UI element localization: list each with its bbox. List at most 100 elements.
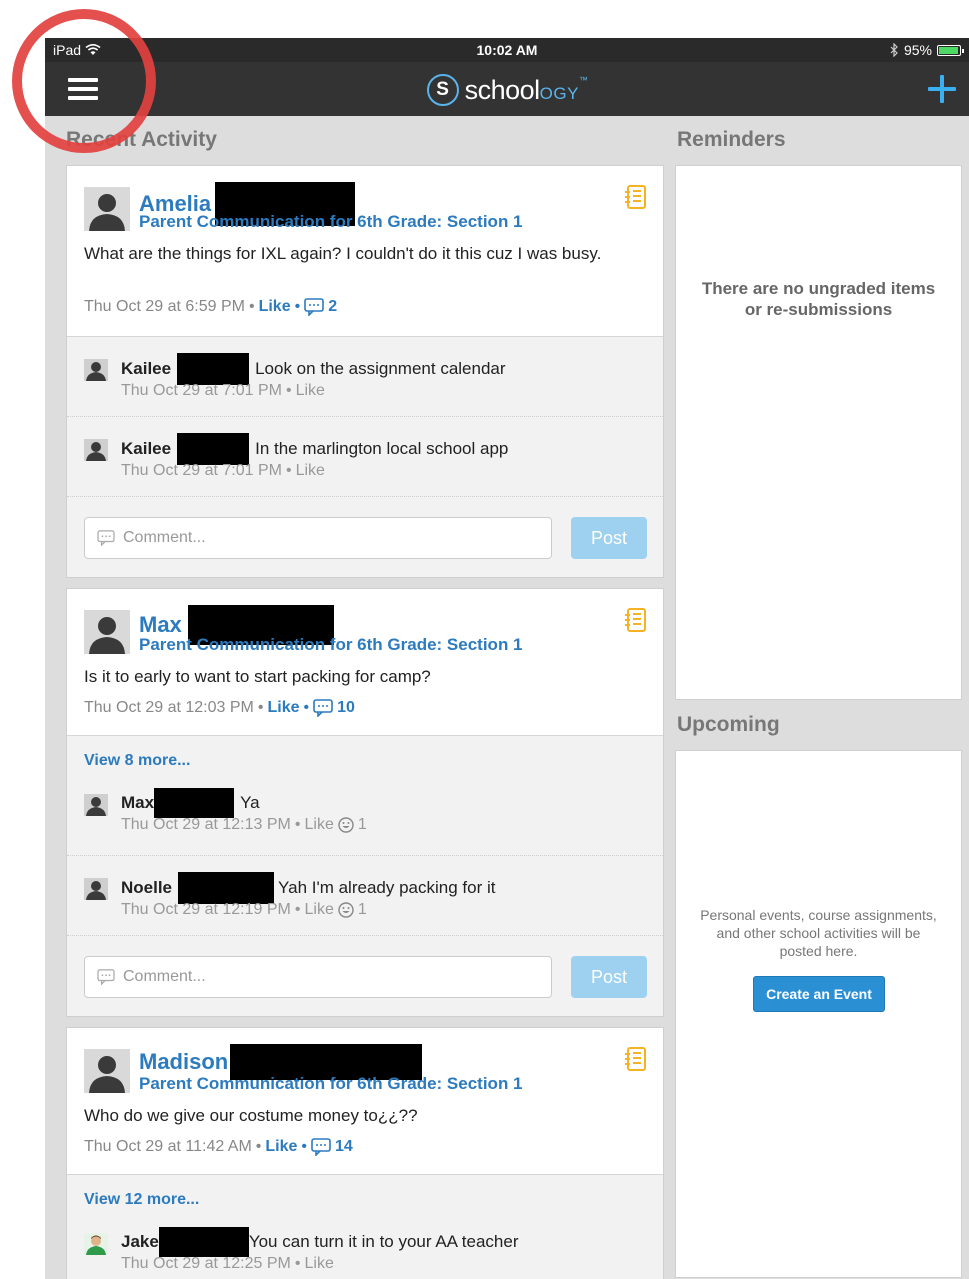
comment-count[interactable]: 2	[328, 298, 337, 316]
battery-percent: 95%	[903, 42, 932, 58]
comment-item: Max Ya Thu Oct 29 at 12:13 PM • Like 1	[67, 776, 663, 856]
post-group-link[interactable]: Parent Communication for 6th Grade: Sect…	[139, 1074, 523, 1094]
like-link[interactable]: Like	[304, 1255, 333, 1273]
like-link[interactable]: Like	[259, 298, 291, 316]
post-comment-button[interactable]: Post	[571, 517, 647, 559]
battery-icon	[937, 44, 964, 56]
user-silhouette-icon	[86, 362, 106, 381]
comment-item: Noelle Yah I'm already packing for it Th…	[67, 856, 663, 936]
comment-text: In the marlington local school app	[255, 439, 509, 458]
comment-count[interactable]: 14	[335, 1138, 353, 1156]
reaction-count: 1	[357, 901, 367, 918]
upcoming-heading: Upcoming	[677, 713, 780, 736]
status-time: 10:02 AM	[476, 42, 538, 58]
status-bar: iPad 10:02 AM 95%	[45, 38, 969, 62]
avatar[interactable]	[84, 878, 108, 900]
post-author-name[interactable]: Madison	[139, 1049, 228, 1075]
comment-bubble-icon[interactable]	[311, 1138, 331, 1156]
post-card: Madison Parent Communication for 6th Gra…	[66, 1027, 664, 1279]
view-more-link[interactable]: View 12 more...	[67, 1175, 663, 1215]
user-silhouette-icon	[89, 617, 125, 654]
comment-bubble-icon	[97, 530, 115, 546]
avatar[interactable]	[84, 610, 130, 654]
post-group-link[interactable]: Parent Communication for 6th Grade: Sect…	[139, 635, 523, 655]
post-comment-button[interactable]: Post	[571, 956, 647, 998]
avatar[interactable]	[84, 794, 108, 816]
user-silhouette-icon	[89, 1056, 125, 1093]
like-link[interactable]: Like	[296, 382, 325, 400]
comment-text: Yah I'm already packing for it	[278, 878, 496, 897]
comment-placeholder: Comment...	[123, 529, 206, 546]
comment-item: Kailee In the marlington local school ap…	[67, 417, 663, 497]
redaction-bar	[177, 353, 250, 385]
redaction-bar	[158, 1227, 249, 1257]
post-body: Who do we give our costume money to¿¿??	[84, 1106, 418, 1125]
comment-author[interactable]: Max	[121, 793, 154, 813]
avatar[interactable]	[84, 187, 130, 231]
comment-input[interactable]: Comment...	[84, 517, 552, 559]
avatar[interactable]	[84, 359, 108, 381]
post-meta: Thu Oct 29 at 12:03 PM • Like • 10	[84, 699, 355, 717]
post-time: Thu Oct 29 at 12:03 PM	[84, 699, 254, 716]
comment-author[interactable]: Noelle	[121, 878, 172, 898]
comment-time: Thu Oct 29 at 7:01 PM	[121, 462, 282, 479]
add-plus-icon[interactable]	[927, 74, 957, 104]
bluetooth-icon	[890, 43, 898, 57]
smiley-reaction-icon[interactable]	[338, 817, 354, 833]
create-event-button[interactable]: Create an Event	[753, 976, 885, 1012]
comment-item: Kailee Look on the assignment calendar T…	[67, 337, 663, 417]
comment-bubble-icon[interactable]	[304, 298, 325, 316]
user-silhouette-icon	[86, 442, 106, 461]
post-body: Is it to early to want to start packing …	[84, 667, 431, 686]
comment-count[interactable]: 10	[337, 699, 355, 717]
like-link[interactable]: Like	[304, 816, 333, 834]
comment-form: Comment... Post	[67, 936, 663, 1016]
comment-time: Thu Oct 29 at 12:13 PM	[121, 816, 291, 833]
user-silhouette-icon	[86, 881, 106, 900]
comment-text: Look on the assignment calendar	[255, 359, 506, 378]
smiley-reaction-icon[interactable]	[338, 902, 354, 918]
user-avatar-icon	[86, 1235, 106, 1255]
notebook-icon	[625, 1047, 646, 1071]
redaction-bar	[177, 433, 250, 465]
activity-feed: Amelia Parent Communication for 6th Grad…	[66, 165, 664, 1279]
redaction-bar	[178, 872, 275, 904]
upcoming-panel: Personal events, course assignments, and…	[675, 750, 962, 1278]
post-body: What are the things for IXL again? I cou…	[84, 244, 602, 263]
upcoming-empty-message: Personal events, course assignments, and…	[700, 907, 937, 959]
comment-author[interactable]: Kailee	[121, 439, 171, 459]
user-silhouette-icon	[86, 797, 106, 816]
post-time: Thu Oct 29 at 11:42 AM	[84, 1138, 252, 1155]
nav-bar: S schoolOGY™	[45, 62, 969, 116]
post-meta: Thu Oct 29 at 6:59 PM • Like • 2	[84, 298, 338, 316]
comment-input[interactable]: Comment...	[84, 956, 552, 998]
comment-list: Kailee Look on the assignment calendar T…	[67, 336, 663, 497]
like-link[interactable]: Like	[304, 901, 333, 919]
post-meta: Thu Oct 29 at 11:42 AM • Like • 14	[84, 1138, 353, 1156]
user-silhouette-icon	[89, 194, 125, 231]
comment-list: View 8 more... Max Ya Thu Oct 29 at 12:1…	[67, 735, 663, 936]
like-link[interactable]: Like	[296, 462, 325, 480]
avatar[interactable]	[84, 439, 108, 461]
comment-bubble-icon	[97, 969, 115, 985]
comment-form: Comment... Post	[67, 497, 663, 577]
post-card: Amelia Parent Communication for 6th Grad…	[66, 165, 664, 578]
post-time: Thu Oct 29 at 6:59 PM	[84, 298, 245, 315]
comment-text: Ya	[240, 793, 260, 812]
reminders-empty-message: There are no ungraded items or re-submis…	[701, 279, 936, 319]
avatar[interactable]	[84, 1233, 108, 1255]
comment-author[interactable]: Kailee	[121, 359, 171, 379]
like-link[interactable]: Like	[265, 1138, 297, 1156]
reminders-panel: There are no ungraded items or re-submis…	[675, 165, 962, 700]
post-group-link[interactable]: Parent Communication for 6th Grade: Sect…	[139, 212, 523, 232]
like-link[interactable]: Like	[267, 699, 299, 717]
comment-list: View 12 more... Jake You can turn it in …	[67, 1174, 663, 1279]
comment-placeholder: Comment...	[123, 968, 206, 985]
reaction-count: 1	[357, 816, 367, 833]
comment-bubble-icon[interactable]	[313, 699, 333, 717]
comment-author[interactable]: Jake	[121, 1232, 159, 1252]
avatar[interactable]	[84, 1049, 130, 1093]
comment-time: Thu Oct 29 at 12:25 PM	[121, 1255, 291, 1272]
view-more-link[interactable]: View 8 more...	[67, 736, 663, 776]
notebook-icon	[625, 185, 646, 209]
